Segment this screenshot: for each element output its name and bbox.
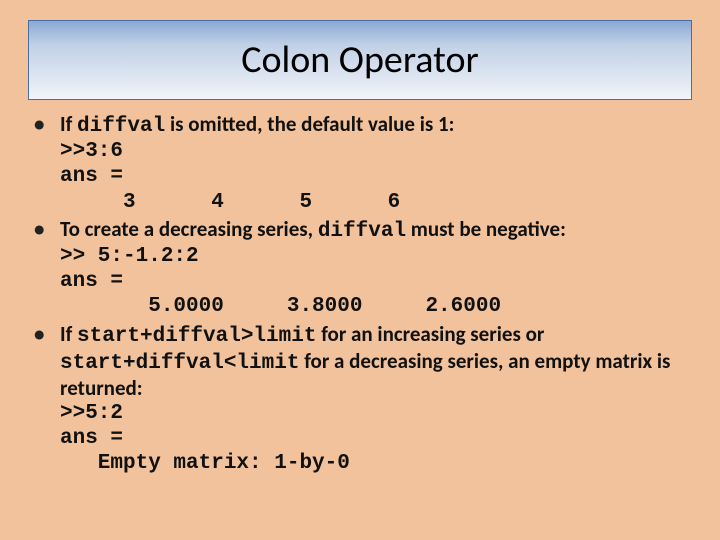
bullet-item: If diffval is omitted, the default value… xyxy=(28,112,692,215)
slide-title: Colon Operator xyxy=(241,37,479,83)
code-block: >>3:6 ans = 3 4 5 6 xyxy=(60,139,692,215)
code-inline: start+diffval<limit xyxy=(60,352,299,375)
bullet-item: To create a decreasing series, diffval m… xyxy=(28,217,692,320)
bullet-text-mid: for an increasing series or xyxy=(316,321,544,347)
bullet-text-mid: must be negative: xyxy=(406,216,566,242)
code-inline: diffval xyxy=(77,115,165,138)
bullet-text-pre: If xyxy=(60,111,77,137)
code-inline: diffval xyxy=(318,220,406,243)
title-bar: Colon Operator xyxy=(28,20,692,100)
bullet-text-pre: If xyxy=(60,321,77,347)
code-block: >> 5:-1.2:2 ans = 5.0000 3.8000 2.6000 xyxy=(60,244,692,320)
bullet-item: If start+diffval>limit for an increasing… xyxy=(28,322,692,477)
code-inline: start+diffval>limit xyxy=(77,325,316,348)
code-block: >>5:2 ans = Empty matrix: 1-by-0 xyxy=(60,401,692,477)
bullet-list: If diffval is omitted, the default value… xyxy=(28,112,692,477)
bullet-text-mid: is omitted, the default value is 1: xyxy=(165,111,454,137)
bullet-text-pre: To create a decreasing series, xyxy=(60,216,318,242)
slide-body: If diffval is omitted, the default value… xyxy=(28,112,692,477)
